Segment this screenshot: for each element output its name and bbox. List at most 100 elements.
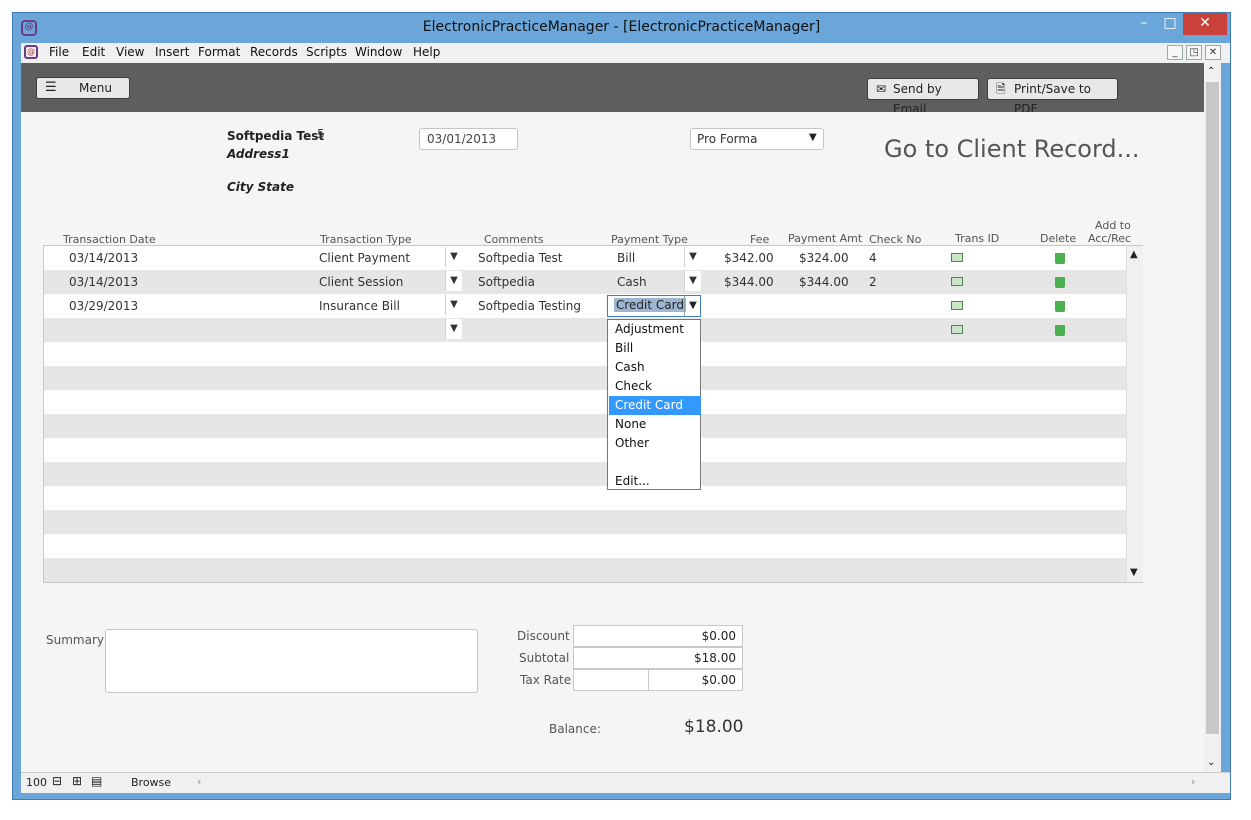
chevron-down-icon[interactable]: ▼ <box>684 296 701 316</box>
row3-type[interactable]: Insurance Bill <box>319 299 400 313</box>
zoom-out-icon[interactable]: ⊟ <box>52 774 62 788</box>
menu-bar: @ File Edit View Insert Format Records S… <box>21 43 1230 63</box>
trans-id-icon[interactable] <box>951 277 963 286</box>
maximize-button[interactable]: □ <box>1157 13 1183 35</box>
col-acc-rec: Acc/Rec <box>1088 232 1132 245</box>
scroll-up-icon[interactable]: ⌃ <box>1207 66 1215 77</box>
balance-label: Balance: <box>549 722 601 736</box>
row2-fee[interactable]: $344.00 <box>724 275 774 289</box>
option-none[interactable]: None <box>609 415 701 434</box>
menu-file[interactable]: File <box>49 45 69 59</box>
menu-button[interactable]: ☰ Menu <box>36 77 130 99</box>
document-system-icon[interactable]: @ <box>24 45 38 59</box>
discount-label: Discount <box>517 629 570 643</box>
table-scrollbar[interactable]: ▲ ▼ <box>1126 246 1143 582</box>
mdi-close-button[interactable]: ✕ <box>1205 45 1221 60</box>
row2-type-dropdown-icon[interactable]: ▼ <box>445 271 462 291</box>
row2-type[interactable]: Client Session <box>319 275 403 289</box>
transactions-table: ▲ ▼ <box>43 245 1143 583</box>
option-other[interactable]: Other <box>609 434 701 453</box>
option-cash[interactable]: Cash <box>609 358 701 377</box>
table-row[interactable] <box>44 270 1126 294</box>
send-by-email-button[interactable]: ✉ Send by Email <box>867 78 979 116</box>
scroll-down-icon[interactable]: ⌄ <box>1207 757 1215 768</box>
trash-icon[interactable] <box>1055 277 1065 288</box>
trans-id-icon[interactable] <box>951 325 963 334</box>
scroll-right-icon[interactable]: › <box>1191 775 1195 788</box>
row2-date[interactable]: 03/14/2013 <box>69 275 138 289</box>
scroll-left-icon[interactable]: ‹ <box>197 775 201 788</box>
trash-icon[interactable] <box>1055 301 1065 312</box>
scroll-up-icon[interactable]: ▲ <box>1130 249 1138 260</box>
invoice-date-field[interactable]: 03/01/2013 <box>419 128 518 150</box>
subtotal-label: Subtotal <box>519 651 570 665</box>
col-add-to: Add to <box>1095 219 1131 232</box>
list-icon: ☰ <box>45 80 57 95</box>
row2-payment-type[interactable]: Cash <box>617 275 647 289</box>
mdi-minimize-button[interactable]: _ <box>1167 45 1183 60</box>
row2-comments[interactable]: Softpedia <box>478 275 535 289</box>
row1-payment-amt[interactable]: $324.00 <box>799 251 849 265</box>
menu-help[interactable]: Help <box>413 45 440 59</box>
title-bar[interactable]: @ ElectronicPracticeManager - [Electroni… <box>13 13 1230 43</box>
trash-icon[interactable] <box>1055 325 1065 336</box>
row2-payment-amt[interactable]: $344.00 <box>799 275 849 289</box>
row1-comments[interactable]: Softpedia Test <box>478 251 562 265</box>
mdi-restore-button[interactable]: ◳ <box>1186 45 1202 60</box>
table-row[interactable] <box>44 246 1126 270</box>
row1-type[interactable]: Client Payment <box>319 251 410 265</box>
zoom-in-icon[interactable]: ⊞ <box>72 774 82 788</box>
row3-payment-type-field[interactable]: Credit Card ▼ <box>607 295 701 317</box>
scroll-down-icon[interactable]: ▼ <box>1130 567 1138 578</box>
empty-row <box>44 342 1126 366</box>
row2-check-no[interactable]: 2 <box>869 275 877 289</box>
option-bill[interactable]: Bill <box>609 339 701 358</box>
go-to-client-record-link[interactable]: Go to Client Record... <box>884 135 1140 163</box>
row2-payment-dropdown-icon[interactable]: ▼ <box>684 271 701 291</box>
discount-field[interactable]: $0.00 <box>573 625 743 647</box>
toolbar-toggle-icon[interactable]: ▤ <box>91 774 102 788</box>
menu-scripts[interactable]: Scripts <box>306 45 347 59</box>
row4-type-dropdown-icon[interactable]: ▼ <box>445 319 462 339</box>
option-edit[interactable]: Edit... <box>609 472 701 491</box>
payment-type-dropdown: Adjustment Bill Cash Check Credit Card N… <box>607 319 701 490</box>
tax-rate-input[interactable] <box>573 669 649 691</box>
discount-value: $0.00 <box>701 629 736 643</box>
balance-value: $18.00 <box>684 717 744 737</box>
trash-icon[interactable] <box>1055 253 1065 264</box>
row3-type-dropdown-icon[interactable]: ▼ <box>445 295 462 315</box>
option-adjustment[interactable]: Adjustment <box>609 320 701 339</box>
row1-payment-dropdown-icon[interactable]: ▼ <box>684 247 701 267</box>
col-trans-id: Trans ID <box>955 232 1000 245</box>
vertical-scroll-thumb[interactable] <box>1206 82 1219 734</box>
row1-payment-type[interactable]: Bill <box>617 251 635 265</box>
trans-id-icon[interactable] <box>951 253 963 262</box>
menu-format[interactable]: Format <box>198 45 240 59</box>
subtotal-value: $18.00 <box>694 651 736 665</box>
empty-row <box>44 510 1126 534</box>
menu-insert[interactable]: Insert <box>155 45 189 59</box>
table-row[interactable] <box>44 294 1126 318</box>
menu-edit[interactable]: Edit <box>82 45 105 59</box>
summary-textarea[interactable] <box>105 629 478 693</box>
zoom-level[interactable]: 100 <box>26 776 47 789</box>
menu-records[interactable]: Records <box>250 45 298 59</box>
option-credit-card[interactable]: Credit Card <box>609 396 701 415</box>
row3-date[interactable]: 03/29/2013 <box>69 299 138 313</box>
close-button[interactable]: ✕ <box>1183 13 1227 35</box>
menu-window[interactable]: Window <box>355 45 402 59</box>
invoice-type-select[interactable]: Pro Forma ▼ <box>690 128 824 150</box>
print-pdf-button[interactable]: 🗎 Print/Save to PDF <box>987 78 1118 116</box>
trans-id-icon[interactable] <box>951 301 963 310</box>
row1-type-dropdown-icon[interactable]: ▼ <box>445 247 462 267</box>
status-bar: 100 ⊟ ⊞ ▤ Browse ‹ › <box>21 772 1230 793</box>
row1-date[interactable]: 03/14/2013 <box>69 251 138 265</box>
menu-view[interactable]: View <box>116 45 144 59</box>
minimize-button[interactable]: – <box>1131 13 1157 35</box>
mode-indicator[interactable]: Browse <box>131 776 171 789</box>
row1-fee[interactable]: $342.00 <box>724 251 774 265</box>
table-row[interactable] <box>44 318 1126 342</box>
row1-check-no[interactable]: 4 <box>869 251 877 265</box>
row3-comments[interactable]: Softpedia Testing <box>478 299 581 313</box>
option-check[interactable]: Check <box>609 377 701 396</box>
